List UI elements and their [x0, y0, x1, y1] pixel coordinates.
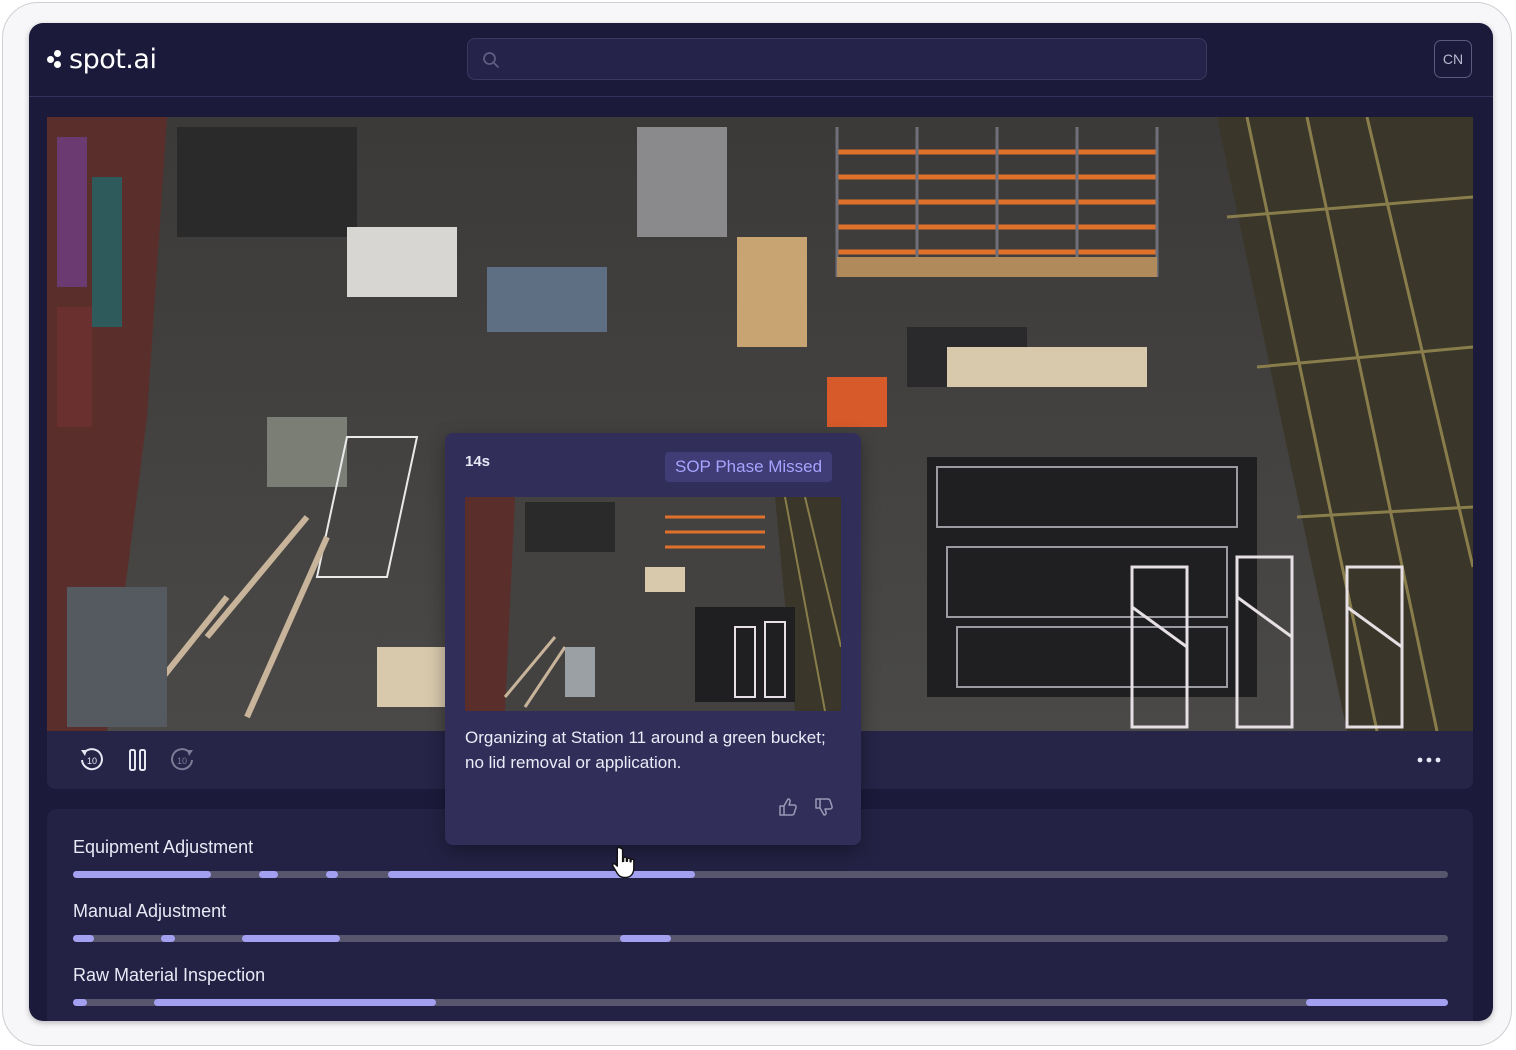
track-bar[interactable]	[73, 999, 1448, 1006]
track-label: Raw Material Inspection	[73, 965, 266, 985]
track-segment[interactable]	[258, 871, 278, 878]
track-bar[interactable]	[73, 871, 1448, 878]
track-segment[interactable]	[73, 871, 211, 878]
forward-label: 10	[177, 756, 187, 766]
forward-10-icon[interactable]: 10	[167, 745, 197, 775]
top-bar: spot.ai CN	[29, 23, 1493, 97]
event-type-badge: SOP Phase Missed	[665, 452, 833, 482]
event-thumbnail[interactable]	[465, 497, 841, 711]
event-description: Organizing at Station 11 around a green …	[465, 728, 826, 772]
track-segment[interactable]	[154, 999, 436, 1006]
warehouse-thumbnail-image	[465, 497, 841, 711]
logo[interactable]: spot.ai	[47, 41, 157, 77]
logo-text: spot.ai	[69, 43, 157, 75]
hand-cursor-icon	[611, 846, 635, 879]
search-input[interactable]	[510, 45, 1194, 75]
logo-icon	[47, 48, 67, 70]
event-time: 14s	[465, 453, 491, 470]
track-segment[interactable]	[326, 871, 339, 878]
rewind-label: 10	[87, 756, 97, 766]
track-bar[interactable]	[73, 935, 1448, 942]
track-segment[interactable]	[73, 935, 94, 942]
event-popup: 14s SOP Phase Missed Organizing at Stati…	[445, 433, 861, 845]
track-segment[interactable]	[161, 935, 175, 942]
thumbs-up-icon[interactable]	[777, 796, 799, 818]
track-segment[interactable]	[387, 871, 695, 878]
search-bar[interactable]	[467, 38, 1207, 80]
app-window: spot.ai CN 10 10 Equipment Adjustment Ma…	[29, 23, 1493, 1021]
thumbs-down-icon[interactable]	[813, 796, 835, 818]
more-options-icon[interactable]	[1414, 745, 1444, 775]
track-segment[interactable]	[1306, 999, 1448, 1006]
rewind-10-icon[interactable]: 10	[77, 745, 107, 775]
device-frame: spot.ai CN 10 10 Equipment Adjustment Ma…	[2, 2, 1512, 1046]
pause-icon[interactable]	[123, 745, 153, 775]
track-label: Manual Adjustment	[73, 901, 227, 921]
track-segment[interactable]	[73, 999, 87, 1006]
track-segment[interactable]	[620, 935, 672, 942]
track-segment[interactable]	[242, 935, 340, 942]
search-icon	[483, 52, 499, 68]
user-avatar[interactable]: CN	[1434, 40, 1472, 78]
track-label: Equipment Adjustment	[73, 837, 254, 857]
